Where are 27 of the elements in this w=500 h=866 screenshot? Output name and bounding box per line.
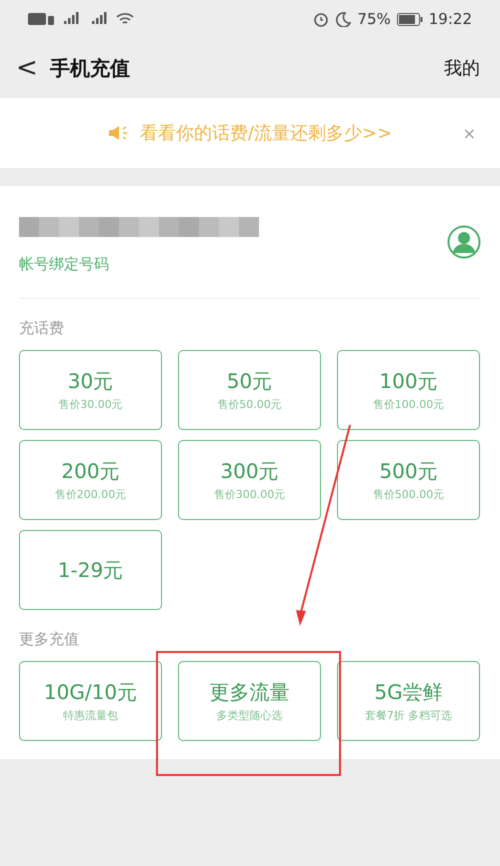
- moon-icon: [335, 11, 352, 27]
- back-button[interactable]: <: [16, 53, 50, 83]
- notice-banner[interactable]: 看看你的话费/流量还剩多少>> ×: [0, 98, 500, 168]
- section-title: 充话费: [19, 318, 65, 339]
- recharge-option[interactable]: 50元 售价50.00元: [178, 350, 321, 430]
- battery-percent: 75%: [357, 10, 391, 28]
- recharge-option[interactable]: 5G尝鲜 套餐7折 多档可选: [337, 661, 480, 741]
- recharge-option[interactable]: 30元 售价30.00元: [19, 350, 162, 430]
- page-title: 手机充值: [50, 54, 131, 82]
- speaker-icon: [108, 125, 130, 141]
- battery-icon: [396, 12, 423, 26]
- section-title: 更多充值: [19, 629, 80, 650]
- mine-link[interactable]: 我的: [444, 56, 480, 80]
- close-button[interactable]: ×: [462, 124, 476, 142]
- alarm-icon: [313, 11, 330, 27]
- recharge-option[interactable]: 200元 售价200.00元: [19, 440, 162, 520]
- avatar-icon[interactable]: [447, 225, 481, 259]
- recharge-option[interactable]: 1-29元: [19, 530, 162, 610]
- notice-text: 看看你的话费/流量还剩多少>>: [140, 122, 392, 145]
- recharge-option[interactable]: 10G/10元 特惠流量包: [19, 661, 162, 741]
- clock-time: 19:22: [428, 10, 472, 28]
- recharge-option[interactable]: 500元 售价500.00元: [337, 440, 480, 520]
- recharge-option[interactable]: 300元 售价300.00元: [178, 440, 321, 520]
- recharge-option[interactable]: 100元 售价100.00元: [337, 350, 480, 430]
- wifi-icon: [116, 12, 134, 26]
- recharge-option[interactable]: 更多流量 多类型随心选: [178, 661, 321, 741]
- account-label: 帐号绑定号码: [19, 254, 110, 274]
